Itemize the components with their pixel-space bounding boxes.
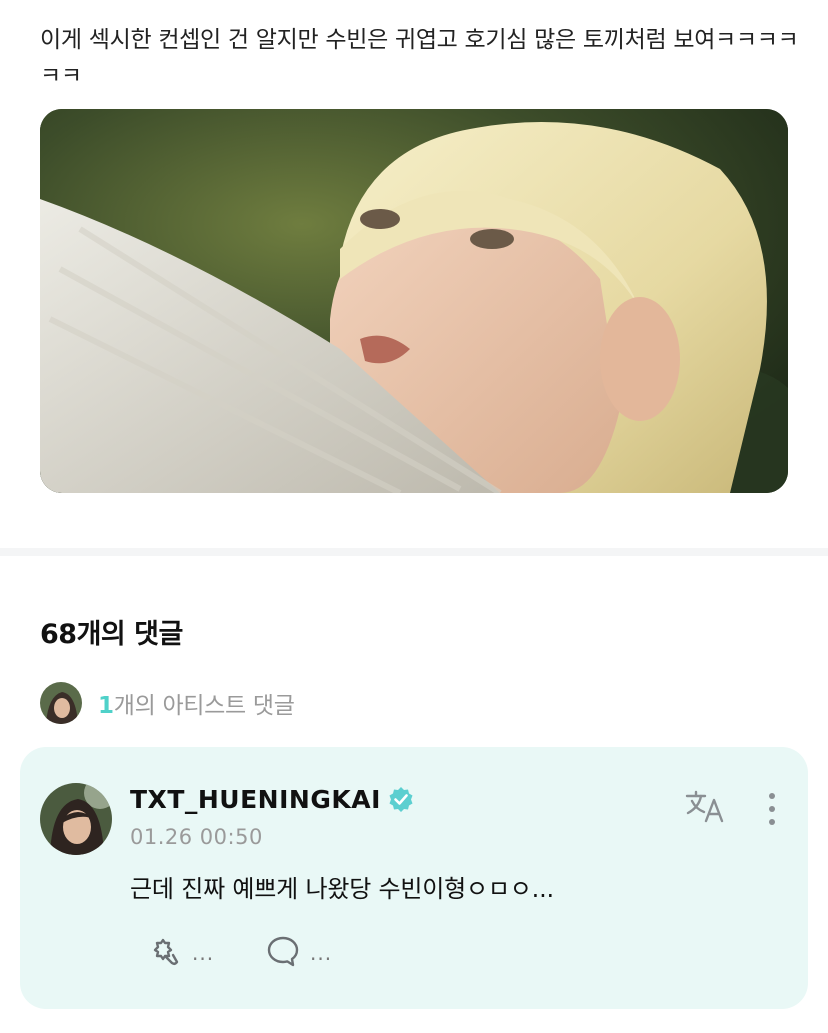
reply-button[interactable]: ... [266, 933, 332, 973]
section-divider [0, 548, 828, 556]
verified-badge-icon [387, 786, 415, 814]
username-text: TXT_HUENINGKAI [130, 785, 381, 814]
artist-comments-count: 1개의 아티스트 댓글 [98, 693, 295, 719]
commenter-avatar[interactable] [40, 783, 112, 855]
more-vertical-icon[interactable] [760, 789, 784, 829]
like-count: ... [192, 941, 215, 965]
reply-count: ... [310, 941, 333, 965]
post-photo [40, 109, 788, 493]
artist-avatar [40, 682, 82, 724]
like-button[interactable]: ... [146, 933, 214, 973]
comment-timestamp: 01.26 00:50 [130, 825, 263, 849]
comment-text: 근데 진짜 예쁘게 나왔당 수빈이형ㅇㅁㅇ... [130, 875, 554, 903]
commenter-username[interactable]: TXT_HUENINGKAI [130, 785, 415, 814]
reply-icon [266, 934, 300, 972]
post-text: 이게 섹시한 컨셉인 건 알지만 수빈은 귀엽고 호기심 많은 토끼처럼 보여ㅋ… [40, 27, 799, 89]
post-image[interactable] [40, 109, 788, 493]
artist-comments-filter[interactable]: 1개의 아티스트 댓글 [40, 682, 295, 724]
artist-comment-card: TXT_HUENINGKAI 01.26 00:50 근데 진짜 예쁘게 나왔당… [20, 747, 808, 1009]
translate-icon[interactable] [684, 787, 728, 827]
comments-heading: 68개의 댓글 [40, 619, 183, 650]
like-icon [146, 933, 182, 973]
